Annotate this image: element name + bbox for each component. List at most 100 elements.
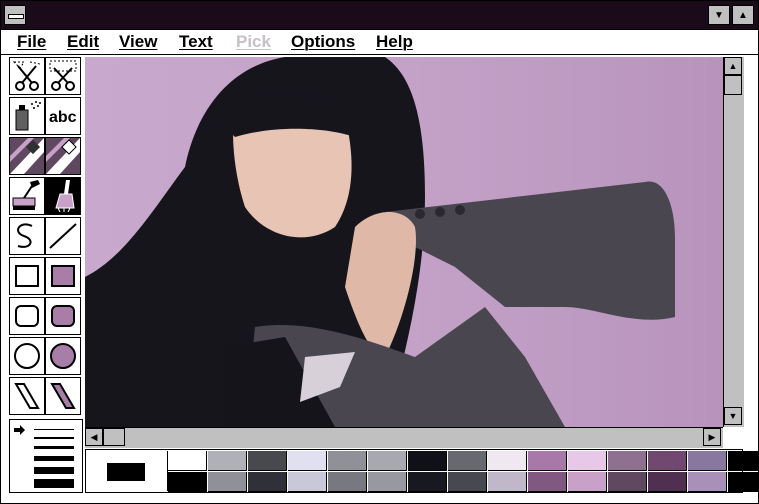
rectangle-icon: [15, 265, 39, 287]
palette-swatch[interactable]: [408, 451, 447, 471]
palette-swatch[interactable]: [288, 451, 327, 471]
tool-ellipse[interactable]: [9, 337, 45, 375]
menu-options[interactable]: Options: [291, 32, 355, 52]
tool-polygon[interactable]: [9, 377, 45, 415]
tool-scissors-rect[interactable]: [45, 57, 81, 95]
tool-filled-rounded-rectangle[interactable]: [45, 297, 81, 335]
minimize-button[interactable]: ▼: [708, 5, 730, 25]
rounded-rectangle-icon: [15, 305, 39, 327]
palette-swatch[interactable]: [528, 451, 567, 471]
svg-text:abc: abc: [49, 109, 77, 126]
scroll-right-button[interactable]: ▶: [703, 428, 721, 446]
palette-swatch[interactable]: [688, 472, 727, 492]
line-width-selector: [14, 425, 74, 488]
arrow-down-icon: ▼: [728, 411, 738, 421]
palette-swatch[interactable]: [608, 472, 647, 492]
tool-rectangle[interactable]: [9, 257, 45, 295]
vertical-scrollbar[interactable]: ▲ ▼: [723, 57, 744, 427]
ellipse-icon: [14, 343, 40, 369]
menu-text[interactable]: Text: [179, 32, 213, 52]
palette-swatch[interactable]: [488, 472, 527, 492]
scissors-free-select-icon: [12, 61, 41, 91]
menu-help[interactable]: Help: [376, 32, 413, 52]
palette-swatch[interactable]: [368, 472, 407, 492]
tool-line[interactable]: [45, 217, 81, 255]
scroll-down-button[interactable]: ▼: [724, 407, 742, 425]
palette-swatch[interactable]: [688, 451, 727, 471]
palette-swatch[interactable]: [248, 472, 287, 492]
horizontal-scroll-thumb[interactable]: [103, 428, 125, 446]
maximize-icon: ▲: [738, 9, 748, 21]
palette-swatch[interactable]: [648, 451, 687, 471]
filled-ellipse-icon: [50, 343, 76, 369]
tool-color-eraser[interactable]: [9, 137, 45, 175]
menu-view[interactable]: View: [119, 32, 157, 52]
vertical-scroll-thumb[interactable]: [724, 75, 742, 95]
palette-swatch[interactable]: [528, 472, 567, 492]
system-menu-icon: [8, 14, 24, 19]
tool-eraser[interactable]: [45, 137, 81, 175]
palette-swatch[interactable]: [208, 472, 247, 492]
paintbrush-window: ▼ ▲ File Edit View Text Pick Options Hel…: [0, 0, 759, 504]
maximize-button[interactable]: ▲: [732, 5, 754, 25]
title-bar: ▼ ▲: [1, 1, 758, 30]
current-foreground-color: [107, 463, 145, 481]
menu-edit[interactable]: Edit: [67, 32, 99, 52]
palette-swatch[interactable]: [288, 472, 327, 492]
tool-filled-rectangle[interactable]: [45, 257, 81, 295]
tool-paint-roller[interactable]: [9, 177, 45, 215]
tool-airbrush[interactable]: [9, 97, 45, 135]
tool-text[interactable]: abc: [45, 97, 81, 135]
horizontal-scrollbar[interactable]: ◀ ▶: [85, 427, 723, 448]
brush-icon: [46, 178, 80, 214]
palette-swatch[interactable]: [488, 451, 527, 471]
palette-swatch[interactable]: [568, 451, 607, 471]
palette-swatch[interactable]: [168, 451, 207, 471]
arrow-right-icon: ▶: [708, 431, 716, 442]
tool-filled-polygon[interactable]: [45, 377, 81, 415]
current-colors: [87, 451, 168, 491]
palette-swatch[interactable]: [728, 472, 759, 492]
palette-swatch[interactable]: [448, 451, 487, 471]
palette-swatch[interactable]: [168, 472, 207, 492]
curve-icon: [17, 223, 33, 248]
menu-bar: File Edit View Text Pick Options Help: [1, 30, 758, 55]
palette-swatch[interactable]: [248, 451, 287, 471]
scroll-up-button[interactable]: ▲: [724, 57, 742, 75]
filled-polygon-icon: [50, 383, 76, 409]
tool-curve[interactable]: [9, 217, 45, 255]
arrow-right-icon: [14, 425, 25, 435]
palette-swatch[interactable]: [448, 472, 487, 492]
drawing-canvas[interactable]: [85, 57, 723, 427]
palette-swatch[interactable]: [728, 451, 759, 471]
palette-swatch[interactable]: [608, 451, 647, 471]
tool-scissors-free[interactable]: [9, 57, 45, 95]
line-icon: [49, 223, 77, 249]
eraser-icon: [46, 138, 80, 174]
paint-roller-icon: [12, 180, 40, 210]
palette-swatch[interactable]: [368, 451, 407, 471]
line-width-box[interactable]: [9, 419, 83, 493]
filled-rounded-rectangle-icon: [51, 305, 75, 327]
palette-swatch[interactable]: [328, 451, 367, 471]
system-menu-button[interactable]: [4, 5, 26, 25]
filled-rectangle-icon: [51, 265, 75, 287]
palette-swatch[interactable]: [208, 451, 247, 471]
menu-file[interactable]: File: [17, 32, 46, 52]
scroll-left-button[interactable]: ◀: [85, 428, 103, 446]
palette-swatch[interactable]: [328, 472, 367, 492]
airbrush-icon: [15, 101, 41, 131]
polygon-icon: [14, 383, 40, 409]
tool-rounded-rectangle[interactable]: [9, 297, 45, 335]
canvas-image: [85, 57, 723, 427]
menu-pick[interactable]: Pick: [236, 32, 271, 52]
arrow-up-icon: ▲: [728, 61, 738, 71]
palette-swatch[interactable]: [648, 472, 687, 492]
palette-swatch[interactable]: [408, 472, 447, 492]
text-tool-icon: abc: [49, 109, 77, 126]
tool-brush[interactable]: [45, 177, 81, 215]
palette-swatch[interactable]: [568, 472, 607, 492]
minimize-icon: ▼: [714, 9, 724, 21]
tool-filled-ellipse[interactable]: [45, 337, 81, 375]
color-palette: [85, 449, 759, 493]
